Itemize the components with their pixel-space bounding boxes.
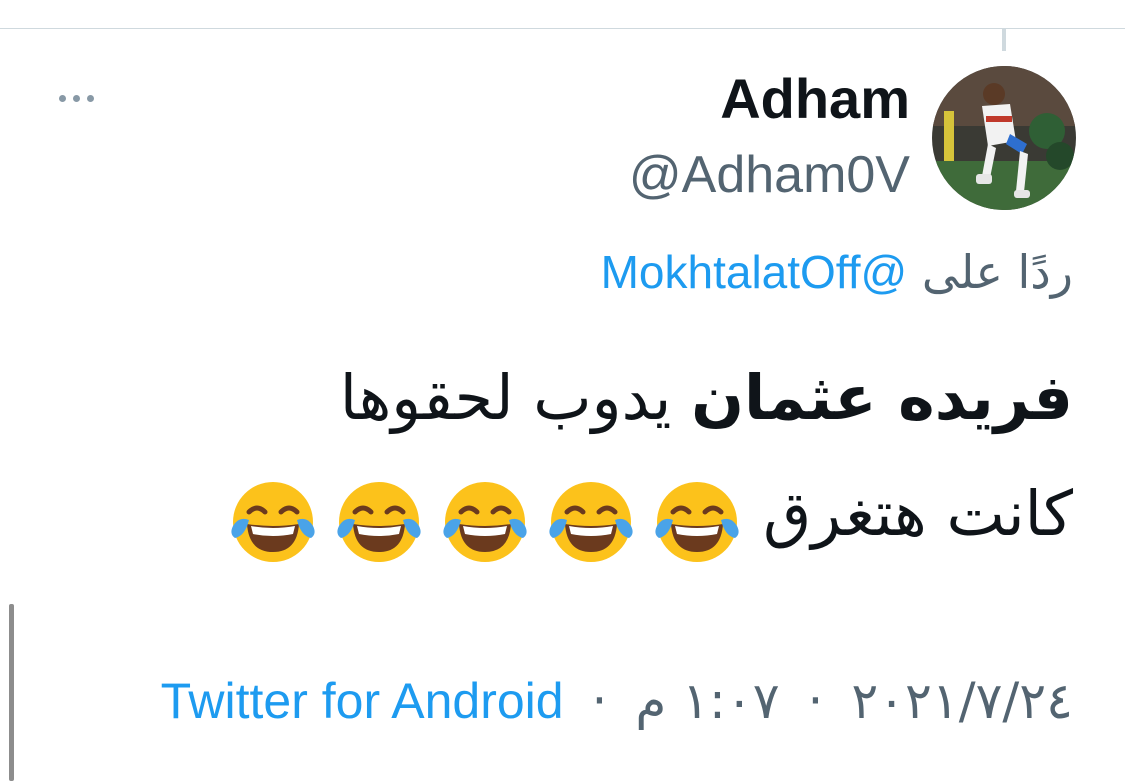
tweet-source-link[interactable]: Twitter for Android — [161, 673, 564, 729]
face-with-tears-of-joy-icon — [549, 481, 633, 562]
top-divider — [0, 28, 1125, 29]
face-with-tears-of-joy-icon — [443, 481, 527, 562]
more-dot-icon — [86, 94, 94, 102]
tweet-metadata: ٢٠٢١/٧/٢٤ · ١:٠٧ م · Twitter for Android — [161, 666, 1073, 736]
avatar-photo-icon — [932, 66, 1076, 210]
emoji-row — [213, 460, 743, 576]
meta-separator: · — [807, 672, 824, 730]
face-with-tears-of-joy-icon — [231, 481, 315, 562]
face-with-tears-of-joy-icon — [337, 481, 421, 562]
thread-connector-line — [1002, 29, 1006, 51]
reply-context: ردًا على @MokhtalatOff — [601, 240, 1073, 304]
reply-prefix: ردًا على — [921, 245, 1073, 299]
reply-mention-link[interactable]: @MokhtalatOff — [601, 246, 908, 298]
tweet-time: ١:٠٧ م — [635, 672, 780, 730]
meta-separator: · — [591, 672, 608, 730]
author-display-name[interactable]: Adham — [720, 64, 910, 134]
tweet-text-bold: فريده عثمان — [691, 361, 1073, 434]
face-with-tears-of-joy-icon — [655, 481, 739, 562]
tweet-body: فريده عثمان يدوب لحقوها كانت هتغرق — [73, 340, 1073, 576]
author-handle[interactable]: @Adham0V — [629, 142, 910, 208]
more-dot-icon — [58, 94, 66, 102]
tweet-text-line-1: يدوب لحقوها — [339, 361, 672, 434]
tweet-date: ٢٠٢١/٧/٢٤ — [851, 672, 1073, 730]
more-dot-icon — [72, 94, 80, 102]
tweet-text-line-2: كانت هتغرق — [763, 477, 1073, 550]
more-options-button[interactable] — [48, 82, 104, 114]
scroll-indicator — [9, 604, 14, 781]
avatar[interactable] — [932, 66, 1076, 210]
